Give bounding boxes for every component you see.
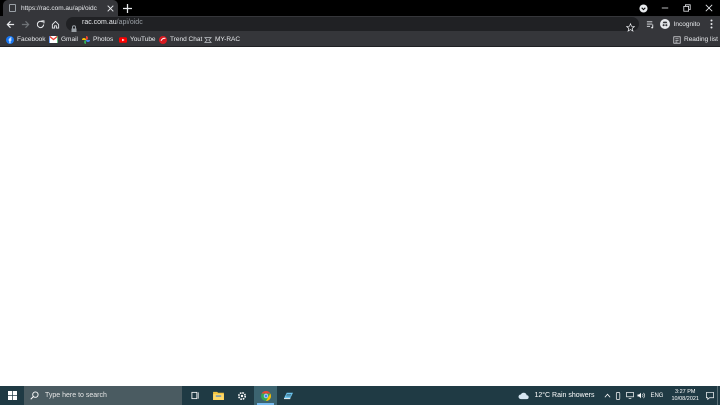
weather-text: 12°C Rain showers — [534, 392, 595, 399]
facebook-icon — [6, 35, 14, 44]
bookmarks-bar: Facebook Gmail Photos YouTube Trend Chat… — [0, 32, 720, 47]
bookmark-label: Trend Chat — [170, 36, 203, 43]
gmail-icon — [49, 36, 58, 43]
language-indicator[interactable]: ENG — [650, 393, 663, 399]
page-content — [0, 47, 720, 386]
bookmark-my-rac[interactable]: MY-RAC — [204, 34, 240, 45]
clock-time: 3:27 PM — [674, 388, 696, 395]
settings-gear-icon[interactable] — [230, 386, 253, 405]
new-tab-icon[interactable] — [121, 2, 133, 14]
bookmark-label: Photos — [93, 36, 114, 43]
media-controls-icon[interactable] — [645, 18, 657, 30]
weather-widget[interactable]: 12°C Rain showers — [518, 392, 594, 400]
cloud-rain-icon — [518, 392, 530, 399]
file-explorer-icon[interactable] — [207, 386, 230, 405]
photos-icon — [82, 35, 90, 44]
incognito-icon — [659, 19, 670, 29]
clock-date: 10/08/2021 — [671, 395, 699, 402]
forward-arrow-icon[interactable] — [19, 18, 31, 30]
more-menu-icon[interactable] — [706, 18, 716, 30]
meet-now-icon[interactable] — [613, 386, 624, 405]
task-view-icon[interactable] — [184, 386, 207, 405]
windows-taskbar: Type here to search 12°C Rain showers EN… — [0, 386, 720, 405]
home-icon[interactable] — [49, 18, 61, 30]
url-host: rac.com.au — [82, 19, 117, 26]
volume-icon[interactable] — [635, 386, 646, 405]
rac-icon — [204, 36, 212, 43]
notifications-icon[interactable] — [703, 386, 717, 405]
bookmark-facebook[interactable]: Facebook — [6, 34, 46, 45]
search-placeholder: Type here to search — [45, 392, 107, 399]
restore-icon[interactable] — [676, 0, 698, 16]
reading-list-button[interactable]: Reading list — [673, 34, 718, 45]
windows-start-icon[interactable] — [0, 386, 24, 405]
bookmark-trend-chat[interactable]: Trend Chat — [159, 34, 202, 45]
taskbar-search-box[interactable]: Type here to search — [24, 386, 182, 405]
url-path: /api/oidc — [116, 19, 143, 26]
network-icon[interactable] — [624, 386, 635, 405]
browser-tab[interactable]: https://rac.com.au/api/oidc — [3, 0, 118, 16]
reload-icon[interactable] — [34, 18, 46, 30]
bookmark-photos[interactable]: Photos — [82, 34, 113, 45]
close-window-icon[interactable] — [698, 0, 720, 16]
reading-list-icon — [673, 35, 681, 44]
tab-close-icon[interactable] — [105, 3, 115, 13]
address-bar[interactable]: rac.com.au/api/oidc — [66, 17, 639, 33]
chrome-taskbar-icon[interactable] — [254, 386, 277, 405]
system-tray: 12°C Rain showers ENG 3:27 PM 10/08/2021 — [518, 386, 720, 405]
reading-list-label: Reading list — [684, 36, 718, 43]
tab-strip: https://rac.com.au/api/oidc — [0, 0, 720, 16]
bookmark-youtube[interactable]: YouTube — [119, 34, 156, 45]
bookmark-label: Facebook — [17, 36, 46, 43]
incognito-profile-button[interactable]: Incognito — [659, 19, 700, 29]
tab-search-icon[interactable] — [634, 0, 652, 16]
onedrive-backup-icon[interactable] — [277, 386, 300, 405]
youtube-icon — [119, 36, 127, 43]
show-hidden-icons-chevron-icon[interactable] — [602, 386, 613, 405]
bookmark-label: Gmail — [61, 36, 78, 43]
minimize-icon[interactable] — [654, 0, 676, 16]
page-favicon-icon — [9, 4, 16, 12]
taskbar-clock[interactable]: 3:27 PM 10/08/2021 — [671, 389, 699, 403]
tab-title: https://rac.com.au/api/oidc — [21, 4, 97, 12]
bookmark-label: MY-RAC — [215, 36, 241, 43]
incognito-label: Incognito — [673, 20, 700, 28]
browser-toolbar: rac.com.au/api/oidc Incognito — [0, 16, 720, 33]
trend-chat-icon — [159, 35, 167, 44]
back-arrow-icon[interactable] — [4, 18, 16, 30]
bookmark-label: YouTube — [130, 36, 156, 43]
search-icon — [30, 391, 39, 400]
url-text: rac.com.au/api/oidc — [82, 19, 143, 26]
bookmark-gmail[interactable]: Gmail — [49, 34, 78, 45]
